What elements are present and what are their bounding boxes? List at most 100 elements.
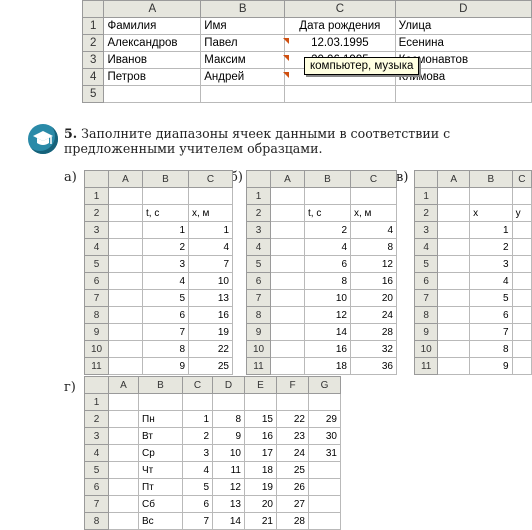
cell[interactable] bbox=[108, 323, 143, 341]
cell[interactable] bbox=[244, 393, 277, 411]
column-header[interactable]: C bbox=[188, 170, 233, 188]
row-header[interactable]: 8 bbox=[84, 306, 109, 324]
cell[interactable]: Дата рождения bbox=[284, 17, 396, 35]
cell[interactable] bbox=[270, 238, 305, 256]
cell[interactable] bbox=[270, 340, 305, 358]
row-header[interactable]: 10 bbox=[413, 340, 439, 358]
cell[interactable] bbox=[469, 187, 513, 205]
cell[interactable]: 30 bbox=[308, 427, 341, 445]
cell[interactable]: 13 bbox=[188, 289, 233, 307]
cell[interactable]: 9 bbox=[142, 357, 189, 375]
row-header[interactable]: 7 bbox=[84, 495, 109, 513]
cell[interactable] bbox=[304, 187, 351, 205]
row-header[interactable]: 2 bbox=[84, 204, 109, 222]
cell[interactable] bbox=[108, 444, 139, 462]
cell[interactable]: 12 bbox=[304, 306, 351, 324]
cell[interactable] bbox=[108, 478, 139, 496]
row-header[interactable]: 4 bbox=[246, 238, 271, 256]
cell[interactable] bbox=[108, 357, 143, 375]
cell[interactable]: 32 bbox=[350, 340, 397, 358]
cell[interactable]: 7 bbox=[188, 255, 233, 273]
cell[interactable] bbox=[308, 495, 341, 513]
cell[interactable] bbox=[511, 289, 532, 307]
cell[interactable] bbox=[437, 187, 471, 205]
cell[interactable] bbox=[511, 340, 532, 358]
cell[interactable]: Фамилия bbox=[103, 17, 202, 35]
row-header[interactable]: 10 bbox=[84, 340, 109, 358]
cell[interactable]: 8 bbox=[212, 410, 245, 428]
row-header[interactable]: 2 bbox=[81, 34, 105, 52]
cell[interactable]: Иванов bbox=[103, 51, 202, 69]
cell[interactable] bbox=[270, 323, 305, 341]
column-header[interactable]: A bbox=[270, 170, 305, 188]
cell[interactable]: 2 bbox=[304, 221, 351, 239]
cell[interactable] bbox=[270, 272, 305, 290]
cell[interactable]: 14 bbox=[304, 323, 351, 341]
cell[interactable]: 24 bbox=[350, 306, 397, 324]
cell[interactable]: 6 bbox=[182, 495, 213, 513]
column-header[interactable]: C bbox=[350, 170, 397, 188]
cell[interactable]: 16 bbox=[244, 427, 277, 445]
cell[interactable]: 8 bbox=[304, 272, 351, 290]
cell[interactable]: x, м bbox=[188, 204, 233, 222]
cell[interactable]: 13 bbox=[212, 495, 245, 513]
cell[interactable]: x, м bbox=[350, 204, 397, 222]
cell[interactable] bbox=[511, 306, 532, 324]
cell[interactable] bbox=[108, 427, 139, 445]
cell[interactable] bbox=[108, 393, 139, 411]
cell[interactable]: 5 bbox=[142, 289, 189, 307]
cell[interactable]: Александров bbox=[103, 34, 202, 52]
cell[interactable] bbox=[108, 495, 139, 513]
cell[interactable]: y bbox=[511, 204, 532, 222]
cell[interactable]: 1 bbox=[142, 221, 189, 239]
cell[interactable]: 4 bbox=[142, 272, 189, 290]
column-header[interactable]: B bbox=[304, 170, 351, 188]
cell[interactable] bbox=[511, 272, 532, 290]
row-header[interactable]: 5 bbox=[84, 461, 109, 479]
cell[interactable]: 2 bbox=[142, 238, 189, 256]
row-header[interactable]: 2 bbox=[413, 204, 439, 222]
cell[interactable]: 21 bbox=[244, 512, 277, 530]
cell[interactable]: 20 bbox=[244, 495, 277, 513]
column-header[interactable]: G bbox=[308, 376, 341, 394]
cell[interactable] bbox=[437, 289, 471, 307]
row-header[interactable]: 7 bbox=[413, 289, 439, 307]
cell[interactable]: 23 bbox=[276, 427, 309, 445]
cell[interactable]: Вс bbox=[138, 512, 183, 530]
row-header[interactable]: 6 bbox=[84, 272, 109, 290]
cell[interactable]: 3 bbox=[469, 255, 513, 273]
row-header[interactable]: 6 bbox=[84, 478, 109, 496]
row-header[interactable]: 3 bbox=[81, 51, 105, 69]
column-header[interactable]: B bbox=[142, 170, 189, 188]
cell[interactable] bbox=[270, 255, 305, 273]
column-header[interactable]: A bbox=[108, 376, 139, 394]
row-header[interactable]: 4 bbox=[84, 444, 109, 462]
cell[interactable]: 12.03.1995 bbox=[284, 34, 396, 52]
cell[interactable]: 18 bbox=[304, 357, 351, 375]
cell[interactable]: 3 bbox=[182, 444, 213, 462]
cell[interactable]: 16 bbox=[188, 306, 233, 324]
cell[interactable]: 24 bbox=[276, 444, 309, 462]
cell[interactable]: 27 bbox=[276, 495, 309, 513]
cell[interactable] bbox=[394, 85, 532, 103]
row-header[interactable]: 4 bbox=[81, 68, 105, 86]
cell[interactable] bbox=[308, 393, 341, 411]
cell[interactable]: Ср bbox=[138, 444, 183, 462]
cell[interactable]: Павел bbox=[200, 34, 286, 52]
row-header[interactable]: 5 bbox=[84, 255, 109, 273]
cell[interactable]: 10 bbox=[212, 444, 245, 462]
cell[interactable] bbox=[103, 85, 202, 103]
column-header[interactable]: A bbox=[108, 170, 143, 188]
row-header[interactable]: 1 bbox=[84, 393, 109, 411]
row-header[interactable]: 2 bbox=[84, 410, 109, 428]
cell[interactable] bbox=[108, 306, 143, 324]
column-header[interactable]: C bbox=[284, 0, 396, 18]
row-header[interactable]: 8 bbox=[246, 306, 271, 324]
cell[interactable]: 4 bbox=[304, 238, 351, 256]
column-header[interactable]: A bbox=[103, 0, 202, 18]
cell[interactable]: 7 bbox=[142, 323, 189, 341]
row-header[interactable]: 9 bbox=[246, 323, 271, 341]
cell[interactable] bbox=[108, 187, 143, 205]
cell[interactable]: 12 bbox=[212, 478, 245, 496]
cell[interactable]: 8 bbox=[469, 340, 513, 358]
